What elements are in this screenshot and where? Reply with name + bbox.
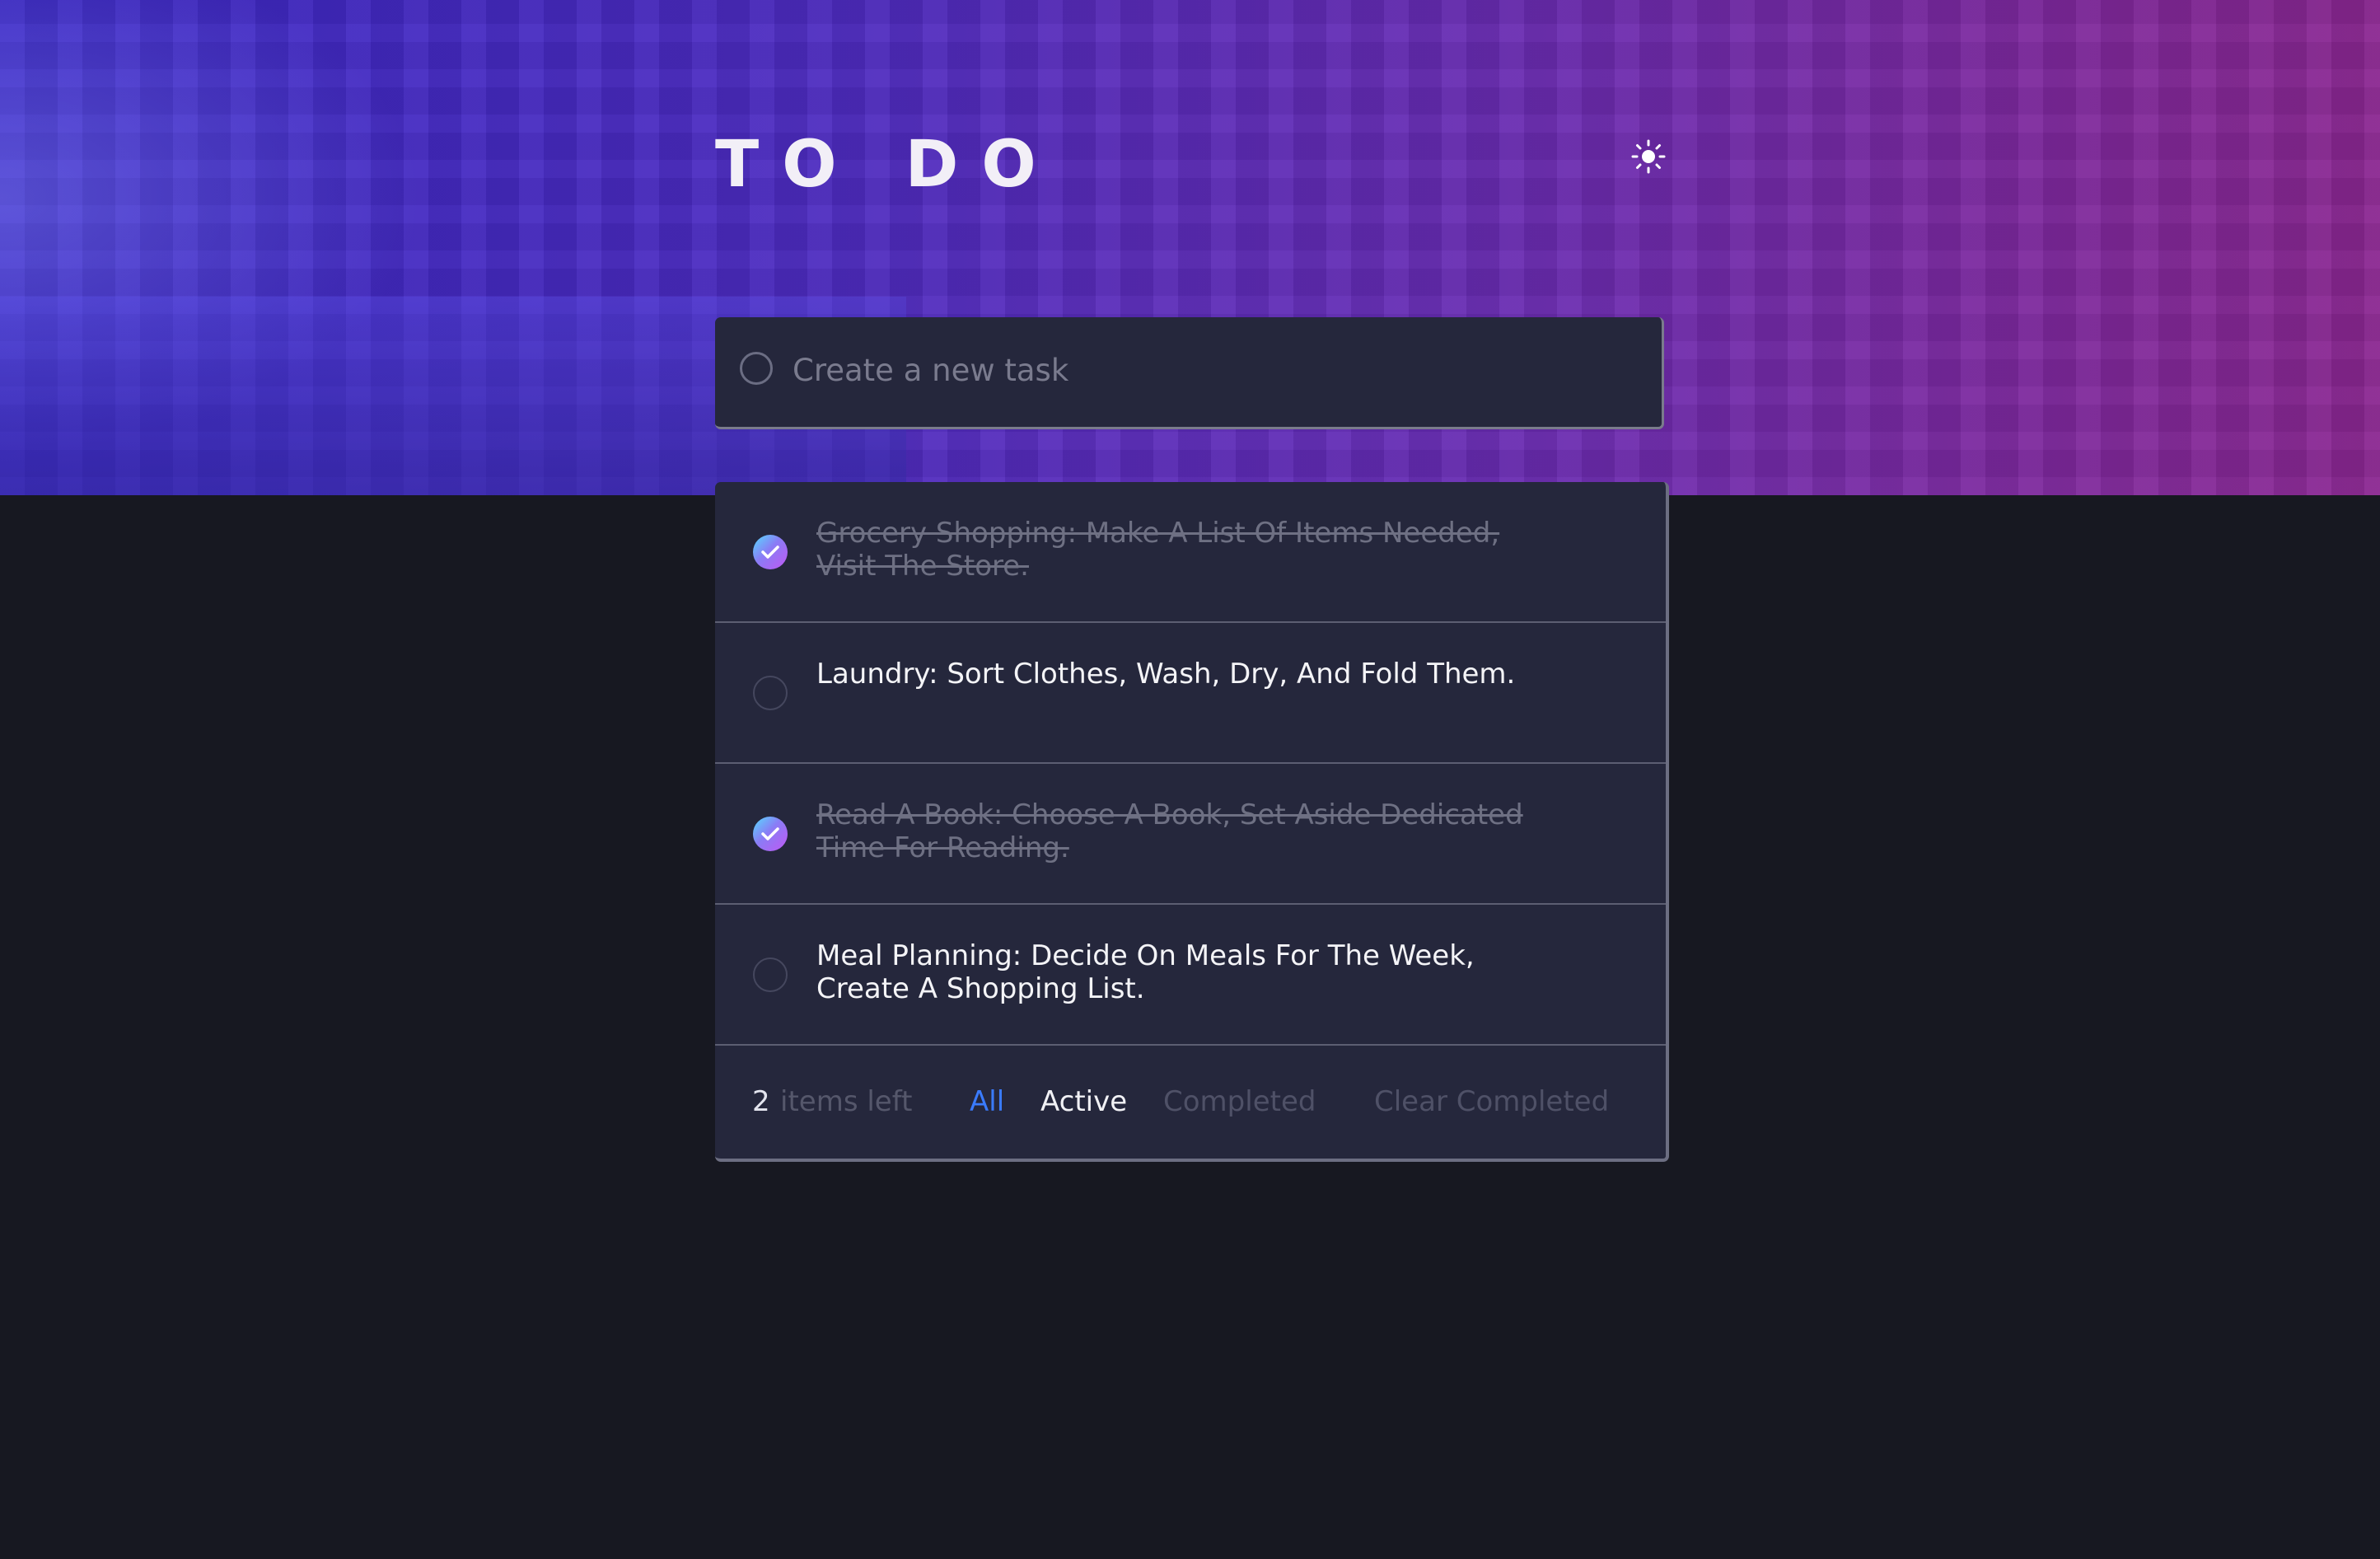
new-task-input[interactable] xyxy=(791,340,1634,400)
items-left-label: items left xyxy=(780,1085,913,1118)
check-icon xyxy=(761,545,779,559)
todo-text[interactable]: Meal Planning: Decide On Meals For The W… xyxy=(816,939,1541,1005)
new-task-circle-icon[interactable] xyxy=(740,352,773,385)
todo-checkbox[interactable] xyxy=(753,957,788,992)
theme-toggle-button[interactable] xyxy=(1630,138,1667,175)
todo-item: Read A Book: Choose A Book, Set Aside De… xyxy=(715,764,1666,905)
todo-text[interactable]: Grocery Shopping: Make A List Of Items N… xyxy=(816,517,1541,583)
items-left-count: 2 xyxy=(752,1085,770,1118)
todo-list: Grocery Shopping: Make A List Of Items N… xyxy=(715,482,1669,1162)
app-title: TO DO xyxy=(715,128,1059,202)
todo-checkbox-checked[interactable] xyxy=(753,535,788,569)
todo-text[interactable]: Read A Book: Choose A Book, Set Aside De… xyxy=(816,798,1541,864)
todo-checkbox-checked[interactable] xyxy=(753,817,788,851)
clear-completed-button[interactable]: Clear Completed xyxy=(1374,1046,1609,1159)
todo-item: Laundry: Sort Clothes, Wash, Dry, And Fo… xyxy=(715,623,1666,764)
filter-all-button[interactable]: All xyxy=(970,1046,1004,1159)
todo-checkbox[interactable] xyxy=(753,676,788,710)
todo-text[interactable]: Laundry: Sort Clothes, Wash, Dry, And Fo… xyxy=(816,658,1541,691)
todo-item: Grocery Shopping: Make A List Of Items N… xyxy=(715,482,1666,623)
filter-active-button[interactable]: Active xyxy=(1040,1046,1127,1159)
sun-icon xyxy=(1631,139,1666,174)
check-icon xyxy=(761,827,779,840)
todo-item: Meal Planning: Decide On Meals For The W… xyxy=(715,905,1666,1046)
new-task-bar xyxy=(715,317,1664,429)
list-footer: 2 items left All Active Completed Clear … xyxy=(715,1046,1666,1159)
filter-completed-button[interactable]: Completed xyxy=(1163,1046,1316,1159)
